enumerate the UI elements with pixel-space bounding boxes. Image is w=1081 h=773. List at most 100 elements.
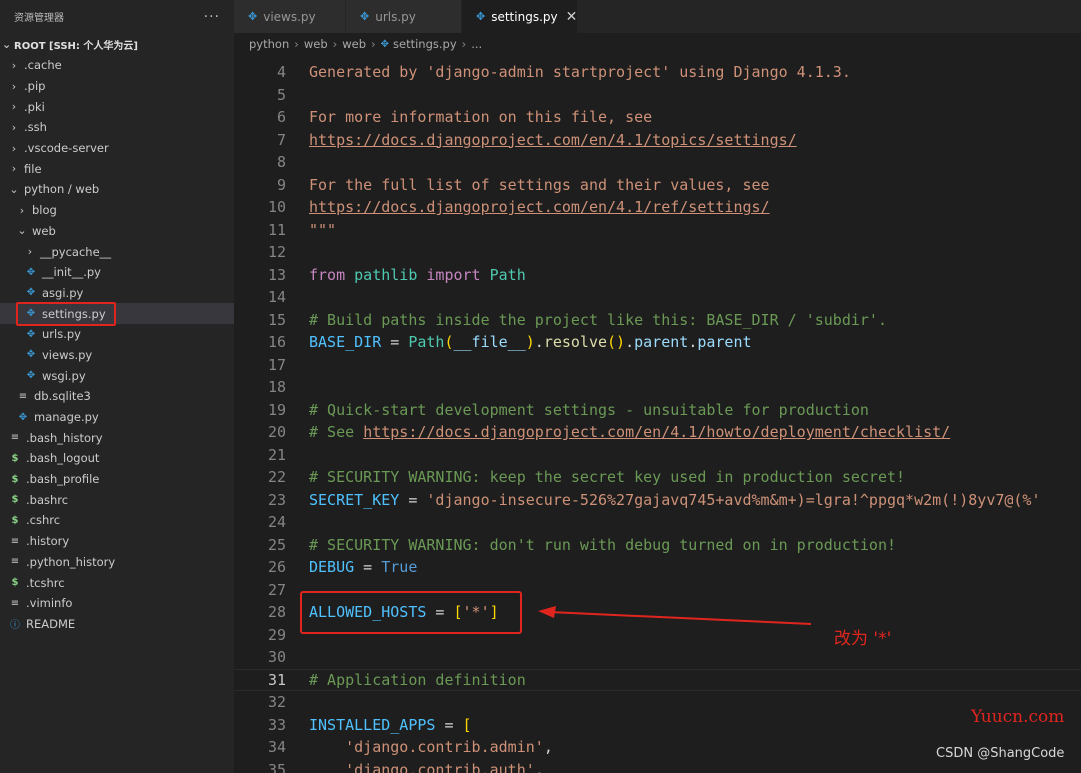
tree-item[interactable]: ✥asgi.py: [0, 283, 234, 304]
tree-item[interactable]: ›.cache: [0, 55, 234, 76]
tab-views[interactable]: ✥ views.py: [234, 0, 346, 33]
breadcrumb-item[interactable]: web: [304, 37, 328, 51]
code-content: https://docs.djangoproject.com/en/4.1/re…: [309, 198, 770, 216]
code-line[interactable]: 17: [234, 354, 1081, 377]
text-file-icon: ≡: [8, 432, 22, 443]
code-line[interactable]: 14: [234, 286, 1081, 309]
tab-label: urls.py: [375, 10, 416, 24]
code-line[interactable]: 33INSTALLED_APPS = [: [234, 714, 1081, 737]
code-line[interactable]: 9For the full list of settings and their…: [234, 174, 1081, 197]
tree-item[interactable]: ✥manage.py: [0, 407, 234, 428]
tree-item[interactable]: ⌄web: [0, 221, 234, 242]
code-line[interactable]: 21: [234, 444, 1081, 467]
tree-item[interactable]: $.bash_logout: [0, 448, 234, 469]
tab-label: views.py: [263, 10, 315, 24]
tree-item[interactable]: ✥views.py: [0, 345, 234, 366]
tree-item-label: .viminfo: [26, 596, 72, 610]
code-line[interactable]: 15# Build paths inside the project like …: [234, 309, 1081, 332]
code-line[interactable]: 32: [234, 691, 1081, 714]
tree-item[interactable]: ✥urls.py: [0, 324, 234, 345]
close-icon[interactable]: ✕: [566, 9, 578, 25]
explorer-header: 资源管理器 ···: [0, 0, 234, 33]
code-token: BASE_DIR: [309, 333, 381, 351]
code-token: https://docs.djangoproject.com/en/4.1/re…: [309, 198, 770, 216]
code-line[interactable]: 13from pathlib import Path: [234, 264, 1081, 287]
tree-item[interactable]: ›.pki: [0, 96, 234, 117]
code-line[interactable]: 11""": [234, 219, 1081, 242]
code-line[interactable]: 26DEBUG = True: [234, 556, 1081, 579]
code-line[interactable]: 31 # Application definition: [234, 669, 1081, 692]
breadcrumb-item[interactable]: web: [342, 37, 366, 51]
chevron-down-icon: ⌄: [16, 224, 28, 237]
code-line[interactable]: 10https://docs.djangoproject.com/en/4.1/…: [234, 196, 1081, 219]
tree-item-label: .vscode-server: [24, 141, 109, 155]
code-line[interactable]: 12: [234, 241, 1081, 264]
tree-item[interactable]: $ .cshrc: [0, 510, 234, 531]
tree-item-label: .pki: [24, 100, 45, 114]
tree-item[interactable]: ›file: [0, 158, 234, 179]
breadcrumb: python › web › web › ✥ settings.py › ...: [234, 33, 1081, 55]
tree-item[interactable]: ›.pip: [0, 76, 234, 97]
tree-item[interactable]: ›.ssh: [0, 117, 234, 138]
tree-item[interactable]: ✥wsgi.py: [0, 365, 234, 386]
code-line[interactable]: 25# SECURITY WARNING: don't run with deb…: [234, 534, 1081, 557]
code-token: [481, 266, 490, 284]
code-token: import: [426, 266, 480, 284]
code-line[interactable]: 18: [234, 376, 1081, 399]
python-file-icon: ✥: [24, 349, 38, 360]
code-content: INSTALLED_APPS = [: [309, 716, 472, 734]
line-number: 29: [234, 626, 286, 644]
tree-item-label: .cshrc: [26, 513, 60, 527]
python-file-icon: ✥: [360, 10, 369, 23]
shell-file-icon: $: [8, 515, 22, 526]
breadcrumb-item[interactable]: python: [249, 37, 289, 51]
tab-urls[interactable]: ✥ urls.py: [346, 0, 462, 33]
tree-item[interactable]: ›blog: [0, 200, 234, 221]
code-line[interactable]: 30: [234, 646, 1081, 669]
code-line[interactable]: 5: [234, 84, 1081, 107]
code-token: [: [463, 716, 472, 734]
code-token: https://docs.djangoproject.com/en/4.1/ho…: [363, 423, 950, 441]
workspace-root[interactable]: ⌄ ROOT [SSH: 个人华为云]: [0, 33, 234, 55]
code-line[interactable]: 4Generated by 'django-admin startproject…: [234, 61, 1081, 84]
tree-item[interactable]: $.tcshrc: [0, 572, 234, 593]
tree-item[interactable]: ≡.history: [0, 531, 234, 552]
code-line[interactable]: 22# SECURITY WARNING: keep the secret ke…: [234, 466, 1081, 489]
tab-settings[interactable]: ✥ settings.py ✕: [462, 0, 578, 33]
tree-item[interactable]: ✥__init__.py: [0, 262, 234, 283]
code-content: # Application definition: [309, 671, 526, 689]
tree-item[interactable]: ≡.python_history: [0, 552, 234, 573]
line-number: 32: [234, 693, 286, 711]
tree-item[interactable]: ›__pycache__: [0, 241, 234, 262]
code-line[interactable]: 8: [234, 151, 1081, 174]
tree-item[interactable]: ⓘREADME: [0, 614, 234, 635]
tree-item[interactable]: ⌄python / web: [0, 179, 234, 200]
code-editor[interactable]: 4Generated by 'django-admin startproject…: [234, 55, 1081, 773]
tree-item[interactable]: ≡.bash_history: [0, 427, 234, 448]
code-line[interactable]: 16BASE_DIR = Path(__file__).resolve().pa…: [234, 331, 1081, 354]
code-line[interactable]: 19# Quick-start development settings - u…: [234, 399, 1081, 422]
explorer-title: 资源管理器: [14, 9, 64, 24]
python-file-icon: ✥: [381, 39, 389, 50]
code-line[interactable]: 7https://docs.djangoproject.com/en/4.1/t…: [234, 129, 1081, 152]
code-line[interactable]: 23SECRET_KEY = 'django-insecure-526%27ga…: [234, 489, 1081, 512]
tree-item[interactable]: ›.vscode-server: [0, 138, 234, 159]
code-token: INSTALLED_APPS: [309, 716, 435, 734]
tree-item[interactable]: ≡.viminfo: [0, 593, 234, 614]
code-line[interactable]: 24: [234, 511, 1081, 534]
code-line[interactable]: 6For more information on this file, see: [234, 106, 1081, 129]
text-file-icon: ≡: [8, 556, 22, 567]
code-token: Path: [490, 266, 526, 284]
line-number: 21: [234, 446, 286, 464]
tree-item-label: manage.py: [34, 410, 99, 424]
tree-item[interactable]: $.bash_profile: [0, 469, 234, 490]
tree-item[interactable]: ≡db.sqlite3: [0, 386, 234, 407]
line-number: 31: [234, 671, 286, 689]
more-actions-icon[interactable]: ···: [204, 9, 220, 25]
code-token: (: [444, 333, 453, 351]
breadcrumb-item[interactable]: settings.py: [393, 37, 457, 51]
code-token: # Build paths inside the project like th…: [309, 311, 887, 329]
code-line[interactable]: 20# See https://docs.djangoproject.com/e…: [234, 421, 1081, 444]
tree-item[interactable]: $.bashrc: [0, 489, 234, 510]
breadcrumb-item[interactable]: ...: [471, 37, 482, 51]
